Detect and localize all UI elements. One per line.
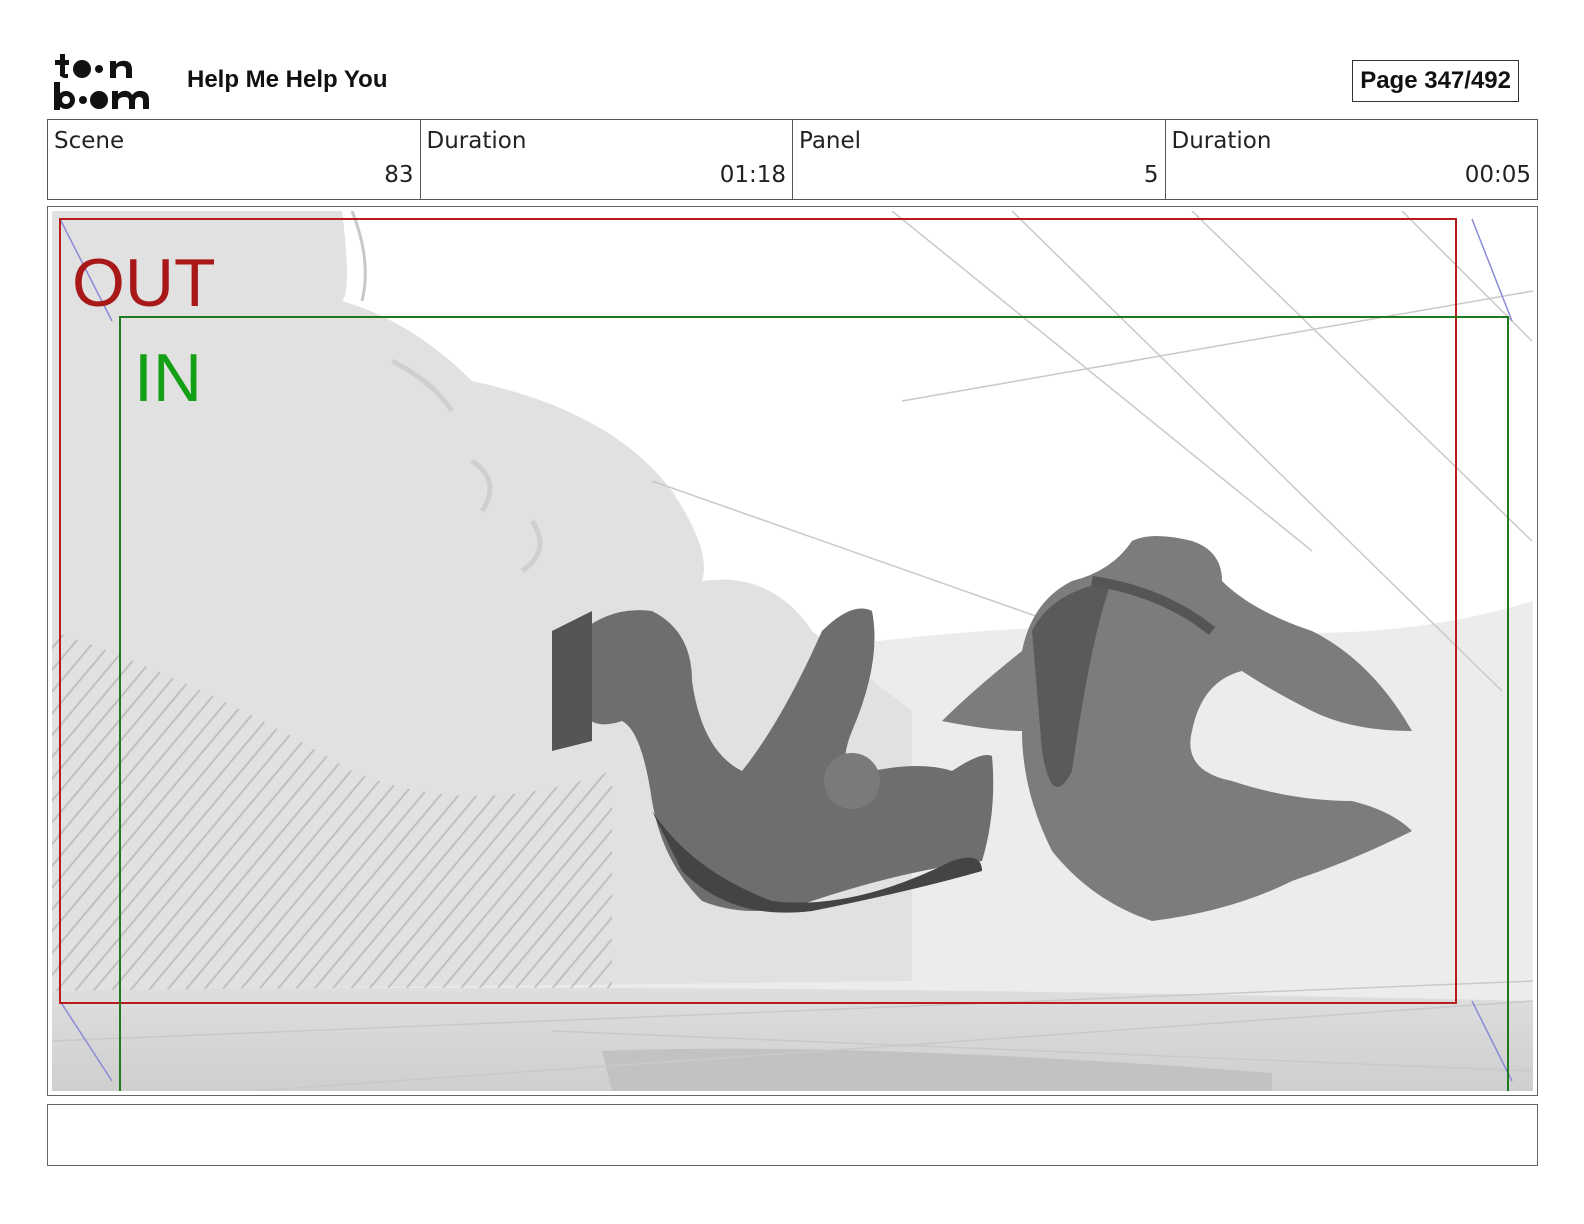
panel-duration-value: 00:05 — [1464, 162, 1531, 188]
scene-duration-value: 01:18 — [719, 162, 786, 188]
scene-info-table: Scene 83 Duration 01:18 Panel 5 Duration… — [47, 119, 1538, 200]
page-indicator: Page 347/492 — [1352, 60, 1519, 102]
panel-drawing: OUT IN — [52, 211, 1533, 1091]
storyboard-panel: OUT IN — [47, 206, 1538, 1096]
panel-notes-box — [47, 1104, 1538, 1166]
logo-mark — [54, 54, 149, 110]
scene-cell: Scene 83 — [48, 120, 421, 199]
panel-value: 5 — [1143, 162, 1159, 188]
panel-cell: Panel 5 — [793, 120, 1166, 199]
scene-duration-cell: Duration 01:18 — [421, 120, 793, 199]
project-title: Help Me Help You — [187, 66, 388, 93]
scene-value: 83 — [384, 162, 414, 188]
panel-duration-label: Duration — [1171, 128, 1272, 154]
scene-duration-label: Duration — [426, 128, 527, 154]
scene-label: Scene — [54, 128, 125, 154]
panel-duration-cell: Duration 00:05 — [1166, 120, 1538, 199]
out-label: OUT — [72, 245, 216, 321]
toon-boom-logo — [52, 52, 164, 112]
in-label: IN — [134, 340, 202, 416]
panel-label: Panel — [799, 128, 862, 154]
